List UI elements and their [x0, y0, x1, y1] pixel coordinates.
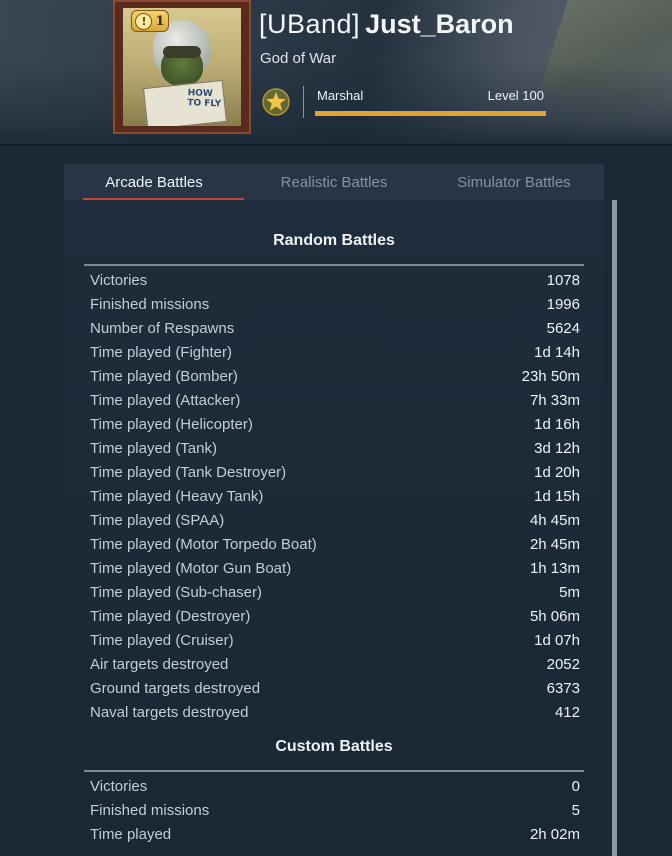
- stat-label: Time played (Cruiser): [90, 632, 234, 649]
- stat-row: Time played (Tank) 3d 12h: [84, 437, 584, 461]
- random-battles-divider: [84, 264, 584, 266]
- avatar-book: HOW TO FLY: [143, 79, 227, 126]
- level-progress-fill: [315, 111, 546, 116]
- alert-badge-icon: !: [135, 12, 153, 30]
- stat-label: Time played (SPAA): [90, 512, 225, 529]
- stat-label: Time played (Motor Gun Boat): [90, 560, 292, 577]
- stat-label: Time played (Helicopter): [90, 416, 253, 433]
- stat-row: Victories 1078: [84, 269, 584, 293]
- stat-label: Time played (Destroyer): [90, 608, 251, 625]
- stat-label: Time played (Fighter): [90, 344, 232, 361]
- player-title[interactable]: God of War: [260, 50, 336, 67]
- stat-row: Number of Respawns 5624: [84, 317, 584, 341]
- avatar-book-text: HOW TO FLY: [187, 88, 222, 110]
- stat-value: 4h 45m: [529, 512, 580, 529]
- tab-arcade-battles[interactable]: Arcade Battles: [64, 164, 244, 200]
- stat-value: 2h 45m: [529, 536, 580, 553]
- clan-tag[interactable]: [UBand]: [259, 9, 360, 39]
- header-divider: [0, 144, 672, 146]
- stat-value: 5: [571, 802, 580, 819]
- notification-count: 1: [155, 13, 165, 29]
- stat-row: Time played (Helicopter) 1d 16h: [84, 413, 584, 437]
- stat-row: Finished missions 5: [84, 799, 584, 823]
- stat-label: Number of Respawns: [90, 320, 235, 337]
- stat-row: Time played (Cruiser) 1d 07h: [84, 629, 584, 653]
- stat-label: Air targets destroyed: [90, 656, 229, 673]
- stat-row: Time played (Fighter) 1d 14h: [84, 341, 584, 365]
- tab-simulator-battles[interactable]: Simulator Battles: [424, 164, 604, 200]
- panel-scrollbar[interactable]: [612, 200, 617, 856]
- avatar-goggles: [163, 46, 201, 58]
- stat-value: 5624: [546, 320, 580, 337]
- stat-value: 412: [554, 704, 580, 721]
- level-progress-bar: [315, 111, 546, 116]
- rank-level: Level 100: [487, 88, 544, 103]
- stat-row: Time played 2h 02m: [84, 823, 584, 847]
- rank-separator: [303, 86, 304, 118]
- stat-value: 1996: [546, 296, 580, 313]
- stat-value: 1d 14h: [534, 344, 580, 361]
- stat-label: Finished missions: [90, 802, 210, 819]
- custom-battles-title: Custom Battles: [275, 738, 393, 755]
- stat-value: 3d 12h: [534, 440, 580, 457]
- random-battles-title: Random Battles: [273, 232, 395, 249]
- stat-value: 6373: [546, 680, 580, 697]
- stat-row: Time played (Bomber) 23h 50m: [84, 365, 584, 389]
- stat-label: Victories: [90, 778, 148, 795]
- player-name: [UBand] Just_Baron: [259, 6, 514, 42]
- stat-row: Finished missions 1996: [84, 293, 584, 317]
- stat-label: Victories: [90, 272, 148, 289]
- stat-value: 2052: [546, 656, 580, 673]
- stat-label: Time played (Bomber): [90, 368, 238, 385]
- tab-realistic-battles[interactable]: Realistic Battles: [244, 164, 424, 200]
- player-nickname: Just_Baron: [365, 9, 514, 39]
- battle-mode-tabs: Arcade Battles Realistic Battles Simulat…: [64, 164, 604, 200]
- stat-value: 5m: [559, 584, 580, 601]
- stat-label: Time played (Tank Destroyer): [90, 464, 287, 481]
- stat-label: Naval targets destroyed: [90, 704, 249, 721]
- gold-star-icon: [262, 88, 290, 116]
- stat-value: 23h 50m: [521, 368, 580, 385]
- stat-value: 1d 20h: [534, 464, 580, 481]
- stat-value: 1d 15h: [534, 488, 580, 505]
- rank-name: Marshal: [317, 88, 364, 103]
- stat-value: 7h 33m: [529, 392, 580, 409]
- stat-value: 1h 13m: [529, 560, 580, 577]
- stat-row: Naval targets destroyed 412: [84, 701, 584, 725]
- stat-value: 0: [571, 778, 580, 795]
- stat-label: Time played: [90, 826, 172, 843]
- stat-row: Time played (Motor Torpedo Boat) 2h 45m: [84, 533, 584, 557]
- stat-row: Time played (Destroyer) 5h 06m: [84, 605, 584, 629]
- stat-row: Time played (Attacker) 7h 33m: [84, 389, 584, 413]
- stat-row: Time played (Motor Gun Boat) 1h 13m: [84, 557, 584, 581]
- stat-row: Time played (Heavy Tank) 1d 15h: [84, 485, 584, 509]
- stat-row: Victories 0: [84, 775, 584, 799]
- stat-row: Time played (SPAA) 4h 45m: [84, 509, 584, 533]
- stat-row: Air targets destroyed 2052: [84, 653, 584, 677]
- stat-label: Time played (Heavy Tank): [90, 488, 264, 505]
- stat-value: 1078: [546, 272, 580, 289]
- stat-label: Time played (Tank): [90, 440, 217, 457]
- stat-label: Finished missions: [90, 296, 210, 313]
- custom-battles-divider: [84, 770, 584, 772]
- stat-value: 1d 16h: [534, 416, 580, 433]
- stat-value: 5h 06m: [529, 608, 580, 625]
- header-fade: [0, 60, 672, 146]
- stat-row: Time played (Sub-chaser) 5m: [84, 581, 584, 605]
- stat-row: Time played (Tank Destroyer) 1d 20h: [84, 461, 584, 485]
- stat-value: 1d 07h: [534, 632, 580, 649]
- stat-label: Time played (Sub-chaser): [90, 584, 263, 601]
- stat-value: 2h 02m: [529, 826, 580, 843]
- stat-label: Time played (Attacker): [90, 392, 241, 409]
- stat-row: Ground targets destroyed 6373: [84, 677, 584, 701]
- notification-badge[interactable]: ! 1: [131, 10, 169, 32]
- stat-label: Time played (Motor Torpedo Boat): [90, 536, 317, 553]
- stat-label: Ground targets destroyed: [90, 680, 261, 697]
